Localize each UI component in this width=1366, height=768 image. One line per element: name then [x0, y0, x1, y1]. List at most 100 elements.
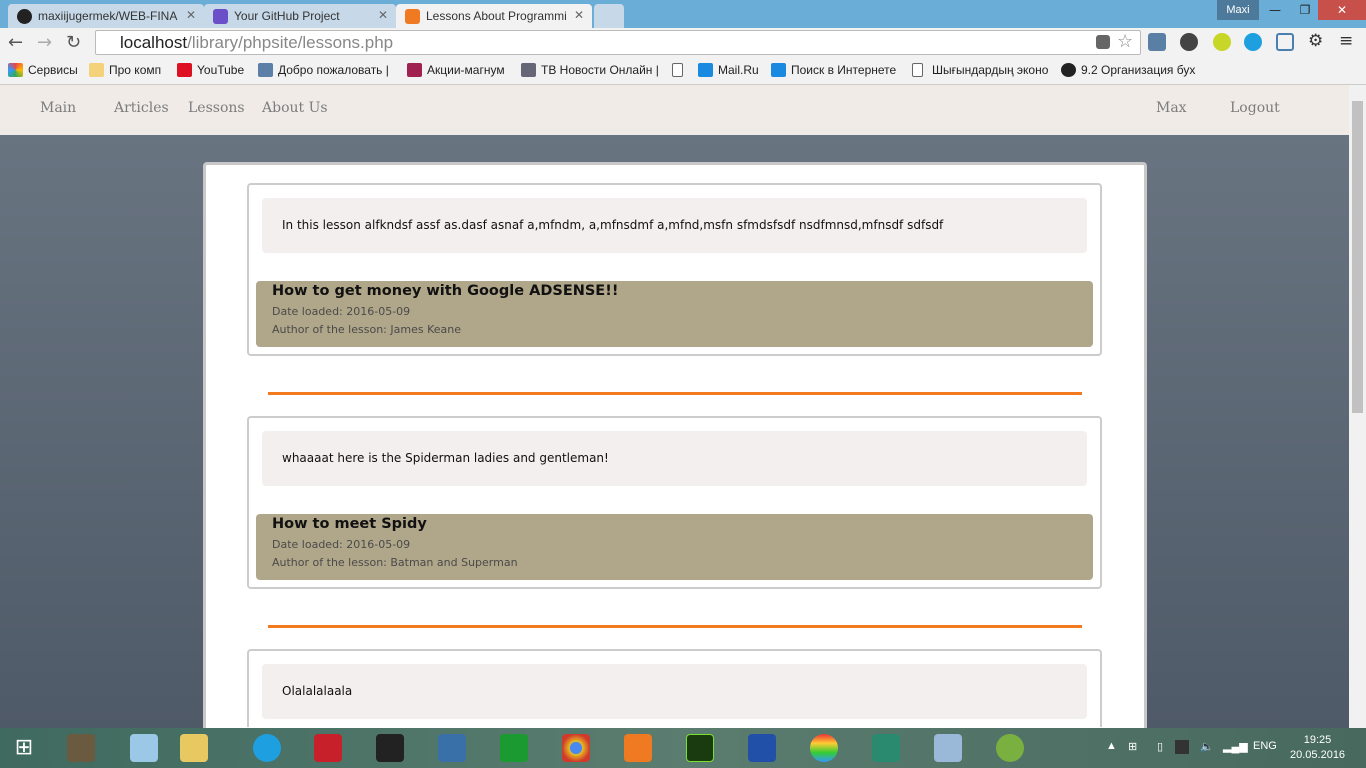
nav-articles[interactable]: Articles: [114, 100, 169, 116]
bookmarks-bar: Сервисы Про комп YouTube Добро пожаловат…: [0, 57, 1366, 85]
star-icon[interactable]: ☆: [1117, 31, 1135, 52]
magnum-icon: [407, 63, 422, 77]
lesson-date: Date loaded: 2016-05-09: [272, 305, 411, 318]
profile-button[interactable]: Maxi: [1217, 0, 1259, 20]
bookmark-label: Сервисы: [28, 63, 78, 77]
app-icon[interactable]: [130, 734, 158, 762]
scrollbar[interactable]: [1349, 85, 1366, 728]
nav-lessons[interactable]: Lessons: [188, 100, 245, 116]
bookmark-label: Добро пожаловать |: [278, 63, 389, 77]
bookmark-youtube[interactable]: YouTube: [177, 63, 244, 77]
back-icon[interactable]: ←: [8, 32, 23, 53]
close-window-button[interactable]: ✕: [1318, 0, 1366, 20]
reload-icon[interactable]: ↻: [66, 32, 81, 53]
bookmark-label: Акции-магнум: [427, 63, 505, 77]
translate-icon[interactable]: [1096, 35, 1110, 49]
scrollbar-thumb[interactable]: [1352, 101, 1363, 413]
close-tab-icon[interactable]: ✕: [378, 8, 388, 22]
volume-icon[interactable]: 🔈: [1200, 740, 1214, 753]
action-center-icon[interactable]: ⊞: [1128, 740, 1137, 753]
lesson-card: Olalalalaala: [247, 649, 1102, 727]
lesson-description: In this lesson alfkndsf assf as.dasf asn…: [262, 198, 1087, 253]
vk-icon: [258, 63, 273, 77]
tab-lessons[interactable]: Lessons About Programmi ✕: [396, 4, 592, 28]
start-windows-icon[interactable]: ⊞: [10, 734, 38, 762]
list-icon: [213, 9, 228, 24]
taskbar: ⊞ ▲ ⊞ ▯ 🔈 ▂▄▆ ENG 19:25 20.05.2016: [0, 728, 1366, 768]
lesson-description: whaaaat here is the Spiderman ladies and…: [262, 431, 1087, 486]
bookmark-doc[interactable]: Шығындардың эконо: [912, 63, 1048, 77]
evernote-icon[interactable]: [1180, 33, 1198, 51]
bookmark-folder[interactable]: Про комп: [89, 63, 161, 77]
rainbow-app-icon[interactable]: [810, 734, 838, 762]
bookmark-mailru[interactable]: Mail.Ru: [698, 63, 759, 77]
tray-arrow-icon[interactable]: ▲: [1106, 740, 1117, 752]
nav-logout[interactable]: Logout: [1230, 100, 1280, 116]
tab-label: Lessons About Programmi: [426, 9, 567, 23]
minimize-button[interactable]: —: [1260, 0, 1290, 20]
book-icon[interactable]: [314, 734, 342, 762]
bookmark-label: ТВ Новости Онлайн |: [541, 63, 659, 77]
sublime-icon[interactable]: [67, 734, 95, 762]
dreamweaver-icon[interactable]: [686, 734, 714, 762]
clock[interactable]: 19:25 20.05.2016: [1290, 733, 1345, 763]
floppy-icon[interactable]: [748, 734, 776, 762]
bookmark-label: Поиск в Интернете: [791, 63, 897, 77]
nvidia-icon[interactable]: [1175, 740, 1189, 754]
bookmark-tv[interactable]: ТВ Новости Онлайн |: [521, 63, 659, 77]
extension-plus-icon[interactable]: [1213, 33, 1231, 51]
battery-icon[interactable]: ▯: [1157, 740, 1163, 753]
apps-icon: [8, 63, 23, 77]
bookmark-apps[interactable]: Сервисы: [8, 63, 78, 77]
url-input[interactable]: localhost/library/phpsite/lessons.php: [95, 30, 1141, 55]
terminal-icon[interactable]: [376, 734, 404, 762]
bookmark-label: YouTube: [197, 63, 245, 77]
cast-icon[interactable]: [1276, 33, 1294, 51]
python-icon[interactable]: [438, 734, 466, 762]
tab-github[interactable]: maxiijugermek/WEB-FINA ✕: [8, 4, 204, 28]
tab-label: Your GitHub Project: [234, 9, 340, 23]
bookmark-vk[interactable]: Добро пожаловать |: [258, 63, 389, 77]
download-icon[interactable]: [1148, 33, 1166, 51]
skype-icon[interactable]: [253, 734, 281, 762]
github-icon: [17, 9, 32, 24]
close-tab-icon[interactable]: ✕: [574, 8, 584, 22]
menu-icon[interactable]: ≡: [1339, 31, 1357, 51]
nav-about[interactable]: About Us: [262, 100, 328, 116]
xampp-icon[interactable]: [624, 734, 652, 762]
folder-icon: [89, 63, 104, 77]
forward-icon[interactable]: →: [37, 32, 52, 53]
pattern-app-icon[interactable]: [872, 734, 900, 762]
site-nav: Main Articles Lessons About Us Max Logou…: [0, 85, 1349, 135]
language-indicator[interactable]: ENG: [1253, 740, 1277, 752]
bookmark-label: Шығындардың эконо: [932, 63, 1049, 77]
calculator-icon[interactable]: [500, 734, 528, 762]
bookmark-accounting[interactable]: 9.2 Организация бух: [1061, 63, 1195, 77]
nav-user[interactable]: Max: [1156, 100, 1187, 116]
lessons-panel: In this lesson alfkndsf assf as.dasf asn…: [203, 162, 1147, 728]
chrome-icon[interactable]: [562, 734, 590, 762]
nav-main[interactable]: Main: [40, 100, 76, 116]
close-tab-icon[interactable]: ✕: [186, 8, 196, 22]
lesson-title[interactable]: How to get money with Google ADSENSE!!: [272, 283, 1093, 299]
lesson-title[interactable]: How to meet Spidy: [272, 516, 1093, 532]
web-page: Main Articles Lessons About Us Max Logou…: [0, 85, 1349, 728]
bookmark-search[interactable]: Поиск в Интернете: [771, 63, 896, 77]
android-studio-icon[interactable]: [996, 734, 1024, 762]
bookmark-magnum[interactable]: Акции-магнум: [407, 63, 505, 77]
youtube-icon: [177, 63, 192, 77]
lesson-meta: How to meet Spidy Date loaded: 2016-05-0…: [256, 514, 1093, 580]
lambda-app-icon[interactable]: [934, 734, 962, 762]
tab-github-project[interactable]: Your GitHub Project ✕: [204, 4, 396, 28]
skype-icon[interactable]: [1244, 33, 1262, 51]
clock-time: 19:25: [1303, 734, 1332, 746]
new-tab-button[interactable]: [594, 4, 624, 28]
maximize-button[interactable]: ❐: [1290, 0, 1320, 20]
tab-label: maxiijugermek/WEB-FINA: [38, 9, 178, 23]
separator: [268, 625, 1082, 628]
file-explorer-icon[interactable]: [180, 734, 208, 762]
network-icon[interactable]: ▂▄▆: [1223, 740, 1248, 753]
gear-icon[interactable]: ⚙: [1308, 31, 1326, 51]
mailru-icon: [698, 63, 713, 77]
bookmark-label: Про комп: [109, 63, 162, 77]
